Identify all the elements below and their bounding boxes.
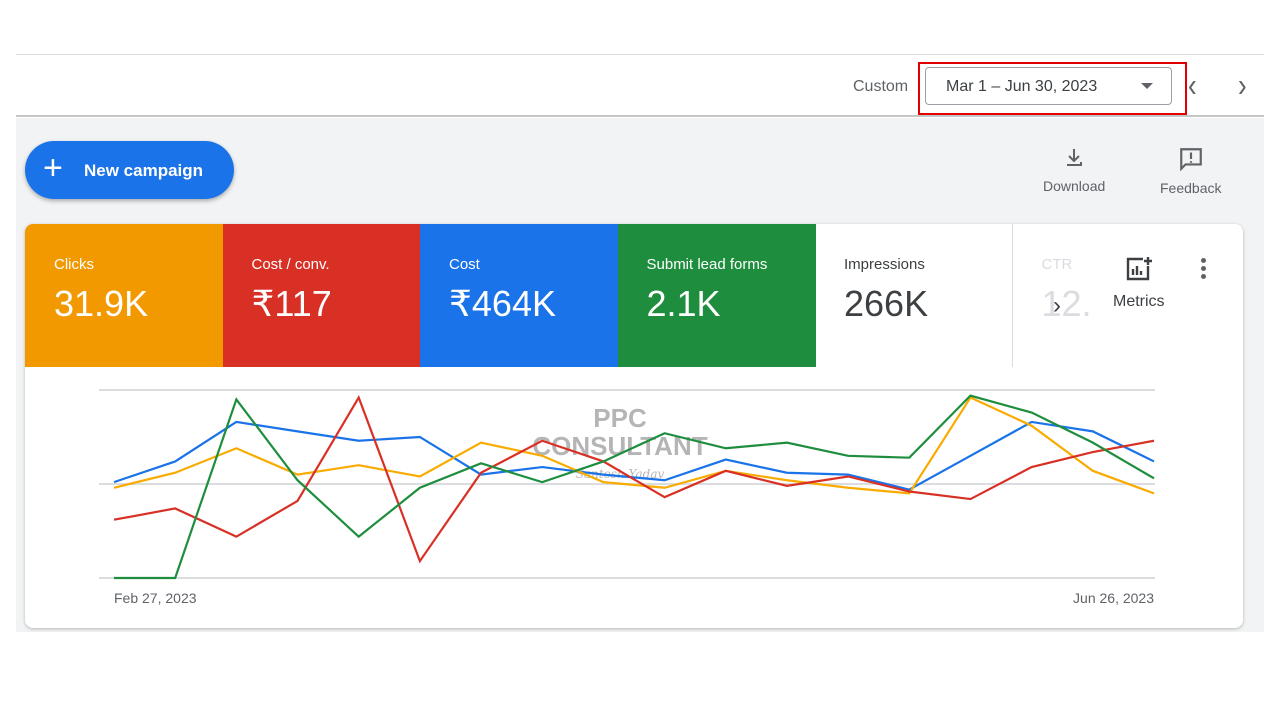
metric-value: ₹464K xyxy=(449,283,556,324)
date-range-value: Mar 1 – Jun 30, 2023 xyxy=(946,78,1098,95)
date-preset-label: Custom xyxy=(853,78,909,95)
metric-tile-cost-conv[interactable]: Cost / conv. ₹117 xyxy=(222,224,421,367)
metric-tile-clicks[interactable]: Clicks 31.9K xyxy=(25,224,223,367)
series-line-3 xyxy=(114,394,1155,580)
metric-tile-impressions[interactable]: Impressions 266K xyxy=(815,224,1013,367)
metric-title: Cost / conv. xyxy=(251,256,330,273)
add-chart-icon xyxy=(1126,257,1152,281)
metric-title: Submit lead forms xyxy=(646,256,768,273)
x-axis-end-label: Jun 26, 2023 xyxy=(1073,590,1154,606)
new-campaign-button[interactable]: + New campaign xyxy=(25,141,234,199)
metric-tile-submit-lead-forms[interactable]: Submit lead forms 2.1K xyxy=(617,224,816,367)
download-icon xyxy=(1067,149,1083,166)
metric-title: Cost xyxy=(449,256,480,273)
metric-title: Impressions xyxy=(844,256,925,273)
download-label: Download xyxy=(1043,178,1106,194)
performance-card: Clicks 31.9K Cost / conv. ₹117 Cost ₹464K Subm… xyxy=(25,224,1243,628)
series-line-1 xyxy=(113,396,1155,495)
metric-value: 266K xyxy=(844,283,929,324)
dropdown-caret-icon xyxy=(1141,83,1153,89)
metric-title: Clicks xyxy=(54,256,94,273)
chevron-left-icon[interactable]: ‹ xyxy=(1188,65,1197,105)
chevron-right-icon[interactable]: › xyxy=(1238,65,1247,105)
feedback-label: Feedback xyxy=(1160,180,1222,196)
series-line-0 xyxy=(113,420,1155,491)
feedback-icon xyxy=(1179,148,1202,172)
date-range-dropdown[interactable]: Mar 1 – Jun 30, 2023 xyxy=(925,67,1172,105)
chevron-right-icon[interactable]: › xyxy=(1053,292,1061,320)
metric-tile-cost[interactable]: Cost ₹464K xyxy=(420,224,618,367)
x-axis-start-label: Feb 27, 2023 xyxy=(114,590,197,606)
metrics-button[interactable]: Metrics xyxy=(1113,256,1165,311)
more-options-icon[interactable] xyxy=(1197,258,1209,282)
download-button[interactable]: Download xyxy=(1043,146,1105,194)
series-line-2 xyxy=(113,394,1155,564)
new-campaign-label: New campaign xyxy=(84,161,204,180)
metrics-label: Metrics xyxy=(1113,293,1165,310)
metric-tile-ctr[interactable]: CTR 12. xyxy=(1013,224,1211,367)
watermark-logo: PPC CONSULTANT Santosh Yadav xyxy=(532,403,708,481)
feedback-button[interactable]: Feedback xyxy=(1160,146,1221,196)
metric-value: 2.1K xyxy=(646,283,721,324)
metric-value: 31.9K xyxy=(54,283,149,324)
plus-icon: + xyxy=(43,149,63,187)
metric-value: ₹117 xyxy=(251,283,332,324)
